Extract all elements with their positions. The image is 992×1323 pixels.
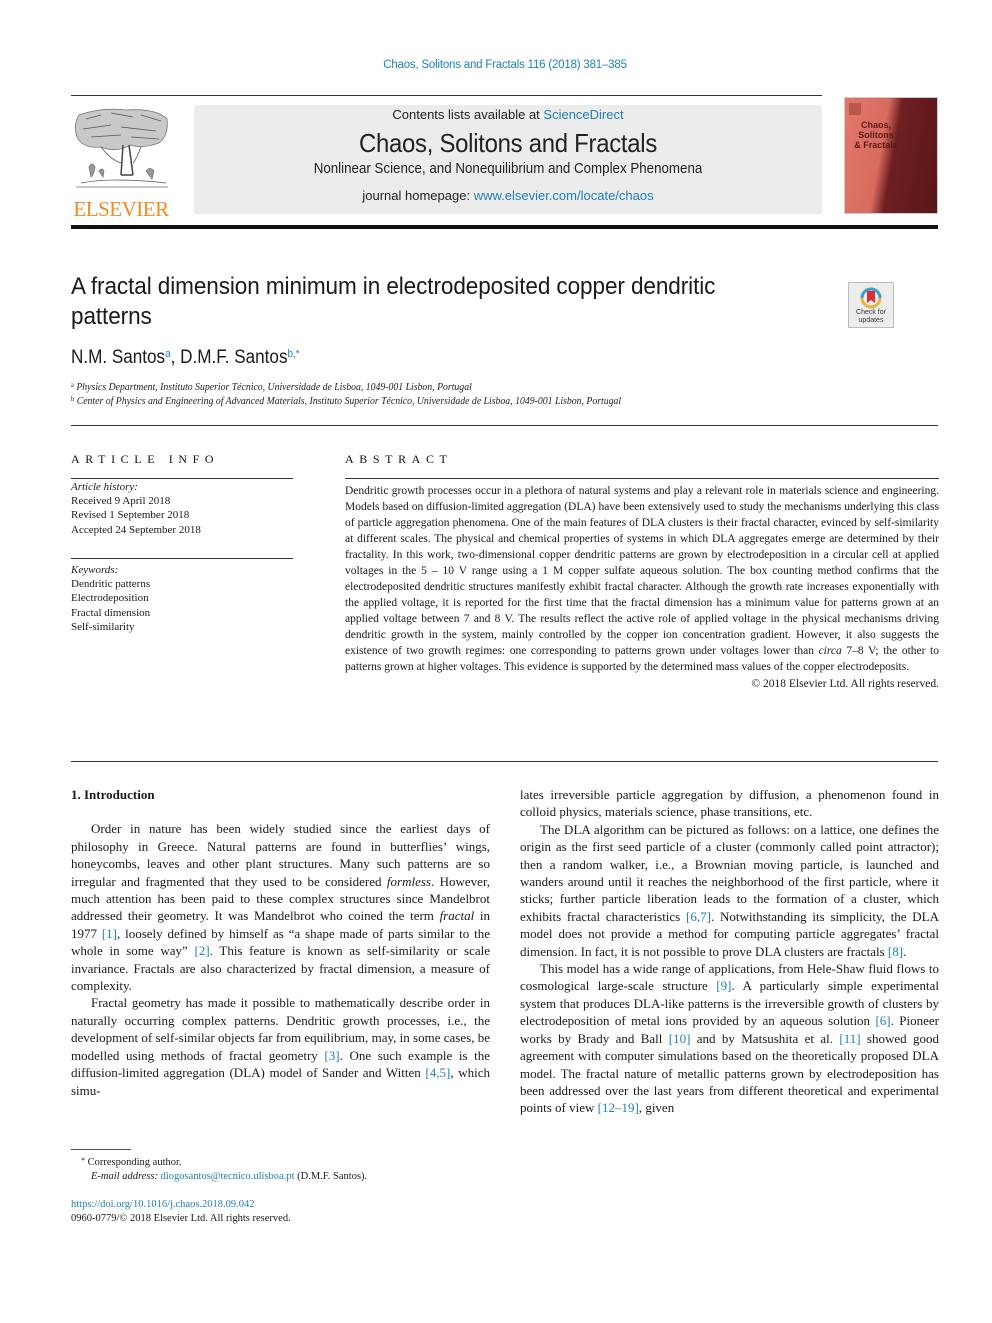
history-label: Article history: <box>71 481 138 493</box>
check-updates-icon <box>860 287 882 309</box>
keyword: Dendritic patterns <box>71 578 151 591</box>
check-updates-label-line: updates <box>858 317 884 324</box>
citation-link[interactable]: [3] <box>324 1048 339 1063</box>
article-info-divider <box>71 478 293 479</box>
homepage-line: journal homepage: www.elsevier.com/locat… <box>194 188 822 203</box>
citation-link[interactable]: [11] <box>839 1031 860 1046</box>
abstract-copyright: © 2018 Elsevier Ltd. All rights reserved… <box>751 678 939 690</box>
abstract-heading: ABSTRACT <box>345 452 453 466</box>
text-italic: formless <box>386 873 431 889</box>
journal-cover-image[interactable]: Chaos, Solitons & Fractals <box>844 97 938 214</box>
article-info-heading: ARTICLE INFO <box>71 452 220 466</box>
text-run: , given <box>638 1100 675 1116</box>
article-title-line: A fractal dimension minimum in electrode… <box>71 273 716 300</box>
keywords: Keywords: Dendritic patterns Electrodepo… <box>71 563 293 634</box>
intro-paragraph-continued: lates irreversible particle aggregation … <box>520 787 939 820</box>
cover-title-line: Chaos, <box>860 120 891 130</box>
abstract-divider <box>345 478 939 479</box>
citation-link[interactable]: [1] <box>102 926 117 941</box>
running-head[interactable]: Chaos, Solitons and Fractals 116 (2018) … <box>0 59 992 71</box>
check-updates-label-line: Check for <box>856 309 886 316</box>
doi-link[interactable]: https://doi.org/10.1016/j.chaos.2018.09.… <box>71 1199 255 1210</box>
contents-prefix: Contents lists available at <box>392 107 544 122</box>
body-column-left: 1. Introduction Order in nature has been… <box>71 786 490 1126</box>
affiliation: b Center of Physics and Engineering of A… <box>71 395 621 407</box>
text-run: . <box>903 943 907 959</box>
check-updates-label: Check for updates <box>849 309 893 325</box>
citation-link[interactable]: [2] <box>195 943 210 958</box>
section-heading-introduction: 1. Introduction <box>71 787 155 802</box>
keyword: Self-similarity <box>71 620 135 633</box>
email-note: E-mail address: diogosantos@tecnico.ulis… <box>91 1169 367 1185</box>
author-separator: , <box>170 347 181 368</box>
top-rule <box>71 95 822 96</box>
intro-paragraph: This model has a wide range of applicati… <box>520 960 939 1117</box>
elsevier-tree-icon <box>75 108 168 188</box>
homepage-link[interactable]: www.elsevier.com/locate/chaos <box>474 188 654 203</box>
keyword: Electrodeposition <box>71 592 149 605</box>
citation-link[interactable]: [8] <box>888 944 903 959</box>
keywords-divider <box>71 558 293 559</box>
text-italic: fractal <box>439 908 475 924</box>
journal-masthead: Contents lists available at ScienceDirec… <box>194 105 822 214</box>
citation-link[interactable]: [10] <box>669 1031 691 1046</box>
footnote-mark: * <box>81 1156 85 1165</box>
abstract-text: Dendritic growth processes occur in a pl… <box>345 483 939 675</box>
author-name[interactable]: D.M.F. Santos <box>180 347 287 368</box>
footnote-rule <box>71 1149 131 1150</box>
article-title: A fractal dimension minimum in electrode… <box>71 272 770 332</box>
affiliation-text: Physics Department, Instituto Superior T… <box>76 382 472 393</box>
abstract-text-part: Dendritic growth processes occur in a pl… <box>345 485 939 657</box>
intro-paragraph: Fractal geometry has made it possible to… <box>71 994 490 1098</box>
abstract-bottom-divider <box>71 761 938 762</box>
homepage-prefix: journal homepage: <box>362 188 474 203</box>
body-column-right: lates irreversible particle aggregation … <box>520 786 939 1172</box>
corresponding-label: Corresponding author. <box>87 1157 182 1168</box>
keywords-label: Keywords: <box>71 564 119 576</box>
email-suffix: (D.M.F. Santos). <box>294 1171 368 1182</box>
cover-title-line: & Fractals <box>854 140 898 150</box>
intro-paragraph: The DLA algorithm can be pictured as fol… <box>520 821 939 960</box>
history-received: Received 9 April 2018 <box>71 495 171 508</box>
sciencedirect-link[interactable]: ScienceDirect <box>543 107 623 122</box>
citation-link[interactable]: [9] <box>716 978 731 993</box>
header-divider <box>71 225 938 229</box>
history-accepted: Accepted 24 September 2018 <box>71 523 201 536</box>
author-list: N.M. Santosa, D.M.F. Santosb,* <box>71 347 300 369</box>
cover-logo-icon <box>849 103 861 115</box>
check-for-updates-button[interactable]: Check for updates <box>848 282 894 328</box>
history-revised: Revised 1 September 2018 <box>71 509 190 522</box>
affiliations-divider <box>71 425 938 426</box>
cover-title: Chaos, Solitons & Fractals <box>851 120 901 150</box>
email-label: E-mail address: <box>91 1171 161 1182</box>
citation-link[interactable]: [12–19] <box>598 1100 639 1115</box>
abstract-body: Dendritic growth processes occur in a pl… <box>345 483 939 692</box>
elsevier-wordmark: ELSEVIER <box>73 197 169 221</box>
journal-subtitle: Nonlinear Science, and Nonequilibrium an… <box>313 161 703 177</box>
article-title-line: patterns <box>71 303 152 330</box>
author-affil-mark[interactable]: b,* <box>288 348 300 360</box>
text-run: and by Matsushita et al. <box>690 1030 840 1046</box>
affiliation-mark: b <box>71 395 75 403</box>
elsevier-logo[interactable]: ELSEVIER <box>71 105 171 220</box>
cover-title-line: Solitons <box>858 130 894 140</box>
affiliation: a Physics Department, Instituto Superior… <box>71 381 472 393</box>
affiliation-mark: a <box>71 381 74 389</box>
citation-link[interactable]: [6] <box>875 1013 890 1028</box>
author-name[interactable]: N.M. Santos <box>71 347 165 368</box>
affiliation-text: Center of Physics and Engineering of Adv… <box>76 396 622 407</box>
email-link[interactable]: diogosantos@tecnico.ulisboa.pt <box>161 1171 295 1182</box>
citation-link[interactable]: [4,5] <box>425 1065 450 1080</box>
abstract-italic: circa <box>818 645 842 657</box>
issn-line: 0960-0779/© 2018 Elsevier Ltd. All right… <box>71 1213 291 1224</box>
contents-line: Contents lists available at ScienceDirec… <box>194 107 822 122</box>
citation-link[interactable]: [6,7] <box>686 909 711 924</box>
journal-title: Chaos, Solitons and Fractals <box>358 128 658 158</box>
article-history: Article history: Received 9 April 2018 R… <box>71 480 293 537</box>
intro-paragraph: Order in nature has been widely studied … <box>71 820 490 994</box>
keyword: Fractal dimension <box>71 606 151 619</box>
